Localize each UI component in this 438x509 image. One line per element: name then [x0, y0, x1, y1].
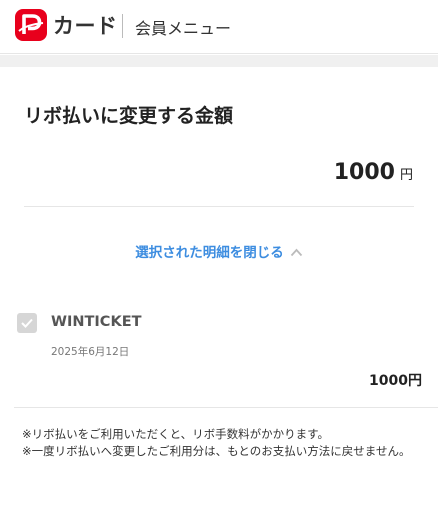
- close-selected-details-toggle[interactable]: 選択された明細を閉じる: [0, 240, 438, 261]
- total-amount-unit: 円: [399, 168, 413, 183]
- note-irreversible: ※一度リボ払いへ変更したご利用分は、もとのお支払い方法に戻せません。: [22, 444, 411, 458]
- page-title: リボ払いに変更する金額: [24, 105, 234, 127]
- section-separator: [0, 55, 438, 67]
- app-header: カード 会員メニュー: [0, 0, 438, 54]
- toggle-label[interactable]: 選択された明細を閉じる: [135, 241, 284, 261]
- item-amount: 1000円: [369, 373, 422, 389]
- divider: [24, 206, 414, 207]
- total-amount: 1000 円: [334, 160, 413, 185]
- item-checkbox[interactable]: [17, 313, 37, 333]
- notes: ※リボ払いをご利用いただくと、リボ手数料がかかります。 ※一度リボ払いへ変更した…: [22, 426, 417, 460]
- total-amount-value: 1000: [333, 160, 395, 185]
- logo-text[interactable]: カード: [53, 10, 118, 40]
- note-fee: ※リボ払いをご利用いただくと、リボ手数料がかかります。: [22, 427, 330, 441]
- chevron-up-icon[interactable]: [290, 242, 303, 261]
- paypay-logo-icon[interactable]: [15, 9, 47, 41]
- divider: [14, 407, 438, 408]
- header-divider: [122, 14, 123, 38]
- item-date: 2025年6月12日: [51, 346, 130, 358]
- member-menu-link[interactable]: 会員メニュー: [135, 15, 231, 39]
- item-merchant-name: WINTICKET: [51, 314, 142, 330]
